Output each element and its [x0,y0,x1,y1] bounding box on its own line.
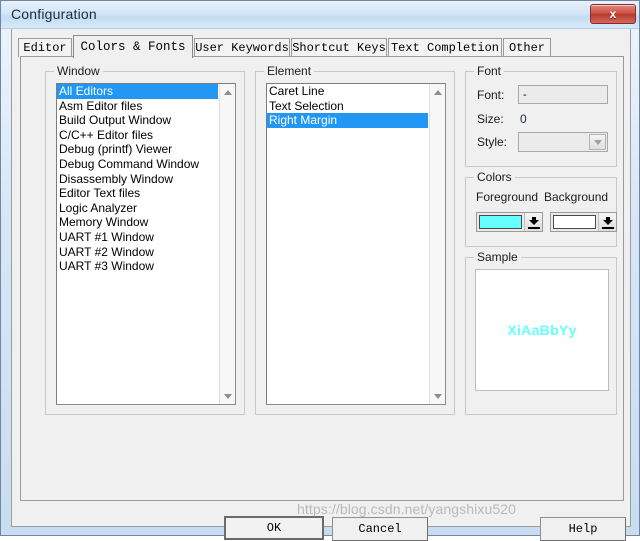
list-item[interactable]: Build Output Window [57,113,218,128]
colors-groupbox-title: Colors [474,170,515,184]
font-field-label: Font: [477,88,505,102]
list-item[interactable]: UART #2 Window [57,245,218,260]
window-groupbox-title: Window [54,64,103,78]
ok-button[interactable]: OK [224,516,324,540]
close-icon[interactable]: x [590,4,636,24]
close-glyph: x [609,7,617,21]
tab-colors-fonts[interactable]: Colors & Fonts [73,35,193,58]
triangle-down-icon[interactable] [430,388,445,404]
tab-label: Text Completion [390,41,500,55]
sample-text: XiAaBbYy [507,322,577,338]
list-item[interactable]: C/C++ Editor files [57,128,218,143]
list-item[interactable]: Disassembly Window [57,172,218,187]
style-field-label: Style: [477,135,508,149]
size-field-label: Size: [477,112,504,126]
triangle-up-icon[interactable] [220,84,235,100]
window-listbox-items: All Editors Asm Editor files Build Output … [57,84,218,274]
tab-label: Shortcut Keys [292,41,386,55]
color-dropdown-icon[interactable] [598,213,616,231]
element-listbox[interactable]: Caret Line Text Selection Right Margin [266,83,446,405]
triangle-down-icon[interactable] [220,388,235,404]
help-button[interactable]: Help [540,517,626,541]
tab-text-completion[interactable]: Text Completion [388,38,502,57]
list-item[interactable]: Asm Editor files [57,99,218,114]
dialog-window: Configuration x Editor Colors & Fonts User… [0,0,640,541]
colors-groupbox: Colors Foreground Background [465,170,617,247]
foreground-color-picker[interactable] [476,212,543,232]
list-item[interactable]: Right Margin [267,113,428,128]
list-item[interactable]: UART #3 Window [57,259,218,274]
tab-editor[interactable]: Editor [18,38,72,57]
list-item[interactable]: Editor Text files [57,186,218,201]
element-listbox-items: Caret Line Text Selection Right Margin [267,84,428,128]
list-item[interactable]: UART #1 Window [57,230,218,245]
sample-preview: XiAaBbYy [475,269,609,391]
dialog-client-area: Editor Colors & Fonts User Keywords Shortcu… [11,29,632,541]
tab-content-panel: Window All Editors Asm Editor files Build … [20,56,624,501]
list-item[interactable]: Debug Command Window [57,157,218,172]
tab-label: Other [508,41,545,55]
font-groupbox-title: Font [474,64,505,78]
foreground-label: Foreground [476,190,539,204]
list-item[interactable]: All Editors [57,84,218,99]
size-value: 0 [520,112,527,126]
list-item[interactable]: Caret Line [267,84,428,99]
font-name-value: - [523,88,527,101]
triangle-up-icon[interactable] [430,84,445,100]
titlebar[interactable]: Configuration x [1,1,639,29]
element-groupbox-title: Element [264,64,315,78]
background-color-picker[interactable] [550,212,617,232]
tab-user-keywords[interactable]: User Keywords [194,38,290,57]
font-name-input[interactable]: - [518,85,608,104]
foreground-color-swatch [479,215,522,229]
window-listbox[interactable]: All Editors Asm Editor files Build Output … [56,83,236,405]
background-label: Background [544,190,609,204]
tab-other[interactable]: Other [503,38,551,57]
cancel-button[interactable]: Cancel [332,517,428,541]
list-item[interactable]: Memory Window [57,215,218,230]
window-listbox-scrollbar[interactable] [219,84,235,404]
element-listbox-scrollbar[interactable] [429,84,445,404]
style-select[interactable] [518,132,608,152]
tabstrip: Editor Colors & Fonts User Keywords Shortcu… [12,35,632,58]
tab-label: User Keywords [195,41,289,55]
sample-groupbox-title: Sample [474,250,521,264]
chevron-down-icon[interactable] [589,134,606,150]
sample-groupbox: Sample XiAaBbYy [465,250,617,415]
tab-label: Colors & Fonts [80,40,186,54]
background-color-swatch [553,215,596,229]
window-title: Configuration [11,6,97,22]
color-dropdown-icon[interactable] [524,213,542,231]
list-item[interactable]: Debug (printf) Viewer [57,142,218,157]
tab-label: Editor [23,41,67,55]
element-groupbox: Element Caret Line Text Selection Right Ma… [255,64,455,415]
tab-shortcut-keys[interactable]: Shortcut Keys [291,38,387,57]
font-groupbox: Font Font: - Size: 0 Style: [465,64,617,167]
list-item[interactable]: Text Selection [267,99,428,114]
window-groupbox: Window All Editors Asm Editor files Build … [45,64,245,415]
list-item[interactable]: Logic Analyzer [57,201,218,216]
